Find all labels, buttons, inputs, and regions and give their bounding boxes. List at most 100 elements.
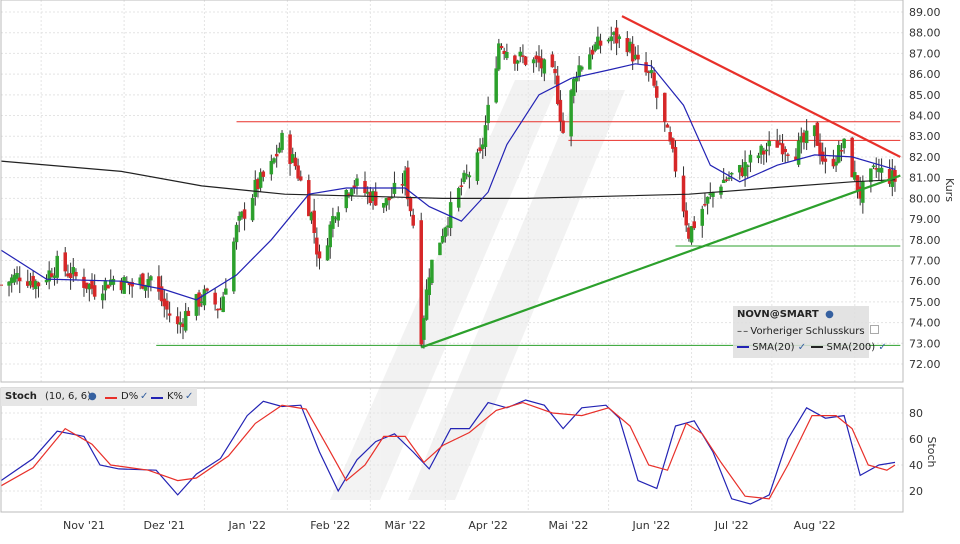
candle xyxy=(861,181,865,203)
y-tick-label: 76.00 xyxy=(909,275,941,288)
candle xyxy=(197,292,201,307)
y-tick-label: 83.00 xyxy=(909,130,941,143)
candle xyxy=(555,75,560,104)
x-tick-label: Nov '21 xyxy=(63,519,105,532)
candle xyxy=(786,154,790,156)
info-icon[interactable]: ● xyxy=(825,309,834,320)
settings-icon[interactable]: ● xyxy=(88,391,97,402)
candle xyxy=(422,318,426,340)
candle xyxy=(274,153,279,157)
candle xyxy=(352,185,357,188)
candle xyxy=(55,255,59,278)
chart-canvas: 89.00 88.00 87.00 86.00 85.00 84.00 83.00 82.00… xyxy=(0,0,956,532)
candle xyxy=(430,259,434,283)
y-tick-label: 79.00 xyxy=(909,213,941,226)
candle xyxy=(531,59,536,64)
candle xyxy=(299,176,303,181)
stoch-title: Stoch xyxy=(5,391,37,402)
candle xyxy=(224,288,228,295)
candle xyxy=(336,212,340,221)
check-icon[interactable]: ✓ xyxy=(185,391,193,402)
x-tick-label: Dez '21 xyxy=(144,519,186,532)
x-tick-label: Mär '22 xyxy=(385,519,426,532)
line-icon xyxy=(811,346,824,348)
line-icon xyxy=(151,397,163,399)
candle xyxy=(665,124,670,128)
candle xyxy=(312,210,316,233)
check-icon[interactable]: ✓ xyxy=(798,342,806,353)
candle xyxy=(344,189,349,209)
x-tick-label: Jul '22 xyxy=(714,519,749,532)
candle xyxy=(272,158,276,163)
candle xyxy=(842,138,846,149)
candle xyxy=(558,99,563,122)
candle xyxy=(553,68,557,74)
legend-sma20-label: SMA(20) xyxy=(752,342,795,353)
candle xyxy=(232,241,236,292)
stoch-legend-k: K% xyxy=(167,391,184,402)
sma200-line xyxy=(0,160,896,199)
candle xyxy=(871,165,876,168)
y-axis-label: Kurs xyxy=(943,178,956,202)
stoch-legend: Stoch (10, 6, 6) ● D% ✓ K% ✓ xyxy=(1,388,197,406)
y-tick-label: 80.00 xyxy=(909,192,941,205)
candle xyxy=(165,300,169,310)
x-tick-label: Apr '22 xyxy=(468,519,508,532)
candle xyxy=(572,78,576,96)
candle xyxy=(636,54,640,60)
candle xyxy=(652,72,656,86)
candle xyxy=(673,147,678,172)
candle xyxy=(111,278,116,285)
candle xyxy=(36,282,41,287)
legend-sma: SMA(20) ✓ SMA(200) ✓ xyxy=(737,342,887,353)
candle xyxy=(443,227,448,237)
candle xyxy=(663,92,667,122)
y-tick-label: 78.00 xyxy=(909,234,941,247)
candle xyxy=(748,154,753,163)
candle xyxy=(783,148,787,153)
stoch-y-tick-label: 40 xyxy=(909,459,923,472)
candle xyxy=(307,180,311,217)
legend-instrument: NOVN@SMART ● xyxy=(737,309,834,320)
candle xyxy=(869,168,873,183)
x-tick-label: Jan '22 xyxy=(228,519,266,532)
y-tick-label: 84.00 xyxy=(909,110,941,123)
y-tick-label: 82.00 xyxy=(909,151,941,164)
candle xyxy=(483,125,488,148)
candle xyxy=(122,276,126,294)
candle xyxy=(780,143,785,155)
candle xyxy=(205,288,209,291)
candle xyxy=(756,155,761,159)
stoch-y-tick-label: 60 xyxy=(909,433,923,446)
y-tick-label: 87.00 xyxy=(909,47,941,60)
candle xyxy=(729,172,734,175)
x-tick-label: Feb '22 xyxy=(310,519,350,532)
candle xyxy=(459,185,464,187)
candle xyxy=(63,252,67,272)
candle xyxy=(464,174,469,176)
stoch-y-axis-label: Stoch xyxy=(925,436,938,467)
y-tick-label: 86.00 xyxy=(909,68,941,81)
candle xyxy=(146,279,150,287)
candle xyxy=(494,68,498,103)
checkbox-icon[interactable] xyxy=(869,325,879,334)
candle xyxy=(440,235,445,243)
candle xyxy=(804,130,809,144)
check-icon[interactable]: ✓ xyxy=(140,391,148,402)
candle xyxy=(823,158,828,162)
stoch-params: (10, 6, 6) xyxy=(45,391,91,402)
legend: NOVN@SMART ● – – Vorheriger Schlusskurs … xyxy=(733,306,887,358)
candle xyxy=(588,54,592,70)
check-icon[interactable]: ✓ xyxy=(878,342,886,353)
candle xyxy=(406,167,410,200)
candle xyxy=(106,285,110,289)
y-tick-label: 73.00 xyxy=(909,337,941,350)
candle xyxy=(261,171,266,177)
stoch-y-tick-label: 20 xyxy=(909,485,923,498)
legend-previous-close: – – Vorheriger Schlusskurs xyxy=(737,325,879,337)
candle xyxy=(762,150,766,155)
candle xyxy=(448,202,453,229)
candle xyxy=(727,177,731,180)
candle xyxy=(475,152,480,181)
x-tick-label: Jun '22 xyxy=(632,519,671,532)
